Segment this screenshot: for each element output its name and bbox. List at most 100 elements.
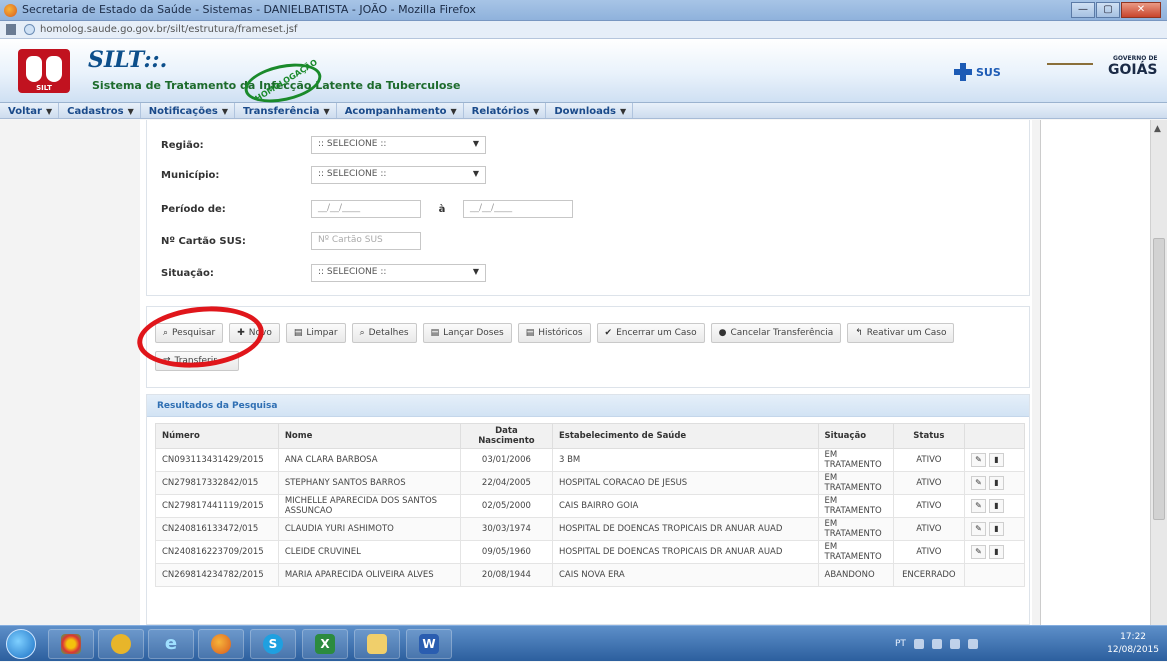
edit-icon[interactable]: ✎ (970, 522, 986, 536)
cell-situacao: EM TRATAMENTO (817, 471, 894, 495)
excel-icon: X (315, 634, 335, 654)
cell-status: ENCERRADO (892, 563, 965, 587)
col-situacao[interactable]: Situação (817, 423, 894, 449)
periodo-to-input[interactable]: __/__/____ (463, 200, 573, 218)
battery-icon[interactable] (967, 639, 978, 649)
col-estabelecimento[interactable]: Estabelecimento de Saúde (551, 423, 819, 449)
secretaria-logo (1047, 63, 1093, 79)
menu-transferencia[interactable]: Transferência ▼ (235, 103, 337, 118)
table-row[interactable]: CN279817332842/015 STEPHANY SANTOS BARRO… (155, 471, 1026, 495)
trash-icon[interactable]: ▮ (988, 453, 1004, 467)
col-status[interactable]: Status (892, 423, 965, 449)
chevron-down-icon: ▼ (620, 107, 627, 116)
dot-icon: ● (718, 328, 727, 338)
cell-numero: CN279817441119/2015 (155, 494, 279, 518)
logo-caption: SILT (36, 84, 52, 92)
trash-icon[interactable]: ▮ (988, 545, 1004, 559)
trash-icon[interactable]: ▮ (988, 499, 1004, 513)
skype-icon: S (263, 634, 283, 654)
cancelar-transferencia-button[interactable]: ● Cancelar Transferência (710, 323, 842, 343)
opera-icon (111, 634, 131, 654)
limpar-button[interactable]: ▤ Limpar (285, 323, 346, 343)
maximize-button[interactable]: ▢ (1096, 2, 1120, 18)
table-row[interactable]: CN269814234782/2015 MARIA APARECIDA OLIV… (155, 563, 1026, 587)
network-icon[interactable] (931, 639, 942, 649)
window-titlebar: Secretaria de Estado da Saúde - Sistemas… (0, 0, 1167, 21)
row-periodo: Período de: __/__/____ à __/__/____ (161, 198, 573, 220)
results-table: Número Nome Data Nascimento Estabelecime… (155, 423, 1026, 587)
page-icon (6, 24, 16, 35)
clock-date: 12/08/2015 (1107, 645, 1159, 655)
taskbar-explorer[interactable] (354, 629, 400, 659)
cell-estabelecimento: CAIS BAIRRO GOIA (551, 494, 819, 518)
firefox-icon (4, 4, 17, 17)
edit-icon[interactable]: ✎ (970, 545, 986, 559)
edit-icon[interactable]: ✎ (970, 453, 986, 467)
close-button[interactable]: ✕ (1121, 2, 1161, 18)
trash-icon[interactable]: ▮ (988, 522, 1004, 536)
taskbar-firefox[interactable] (198, 629, 244, 659)
language-indicator[interactable]: PT (895, 639, 906, 649)
regiao-select[interactable]: :: SELECIONE :: ▼ (311, 136, 486, 154)
scrollbar-thumb[interactable] (1153, 238, 1165, 520)
cell-actions: ✎ ▮ (963, 494, 1026, 518)
taskbar-skype[interactable]: S (250, 629, 296, 659)
cell-estabelecimento: 3 BM (551, 448, 819, 472)
menu-notificacoes[interactable]: Notificações ▼ (141, 103, 235, 118)
vertical-scrollbar[interactable]: ▲ (1150, 120, 1167, 625)
cell-nascimento: 02/05/2000 (459, 494, 553, 518)
table-row[interactable]: CN279817441119/2015 MICHELLE APARECIDA D… (155, 494, 1026, 518)
cell-estabelecimento: CAIS NOVA ERA (551, 563, 819, 587)
col-nascimento[interactable]: Data Nascimento (459, 423, 553, 449)
encerrar-button[interactable]: ✔ Encerrar um Caso (596, 323, 705, 343)
historicos-button[interactable]: ▤ Históricos (517, 323, 591, 343)
cell-situacao: EM TRATAMENTO (817, 540, 894, 564)
taskbar-chrome[interactable] (48, 629, 94, 659)
periodo-from-input[interactable]: __/__/____ (311, 200, 421, 218)
menu-downloads[interactable]: Downloads ▼ (546, 103, 634, 118)
window-controls: — ▢ ✕ (1071, 2, 1161, 18)
col-numero[interactable]: Número (155, 423, 279, 449)
system-clock[interactable]: 17:22 12/08/2015 (1107, 631, 1159, 657)
table-row[interactable]: CN240816133472/015 CLAUDIA YURI ASHIMOTO… (155, 517, 1026, 541)
taskbar-opera[interactable] (98, 629, 144, 659)
flag-icon[interactable] (913, 639, 924, 649)
detalhes-button[interactable]: ⌕ Detalhes (351, 323, 417, 343)
menu-cadastros[interactable]: Cadastros ▼ (59, 103, 141, 118)
trash-icon[interactable]: ▮ (988, 476, 1004, 490)
taskbar-excel[interactable]: X (302, 629, 348, 659)
municipio-select[interactable]: :: SELECIONE :: ▼ (311, 166, 486, 184)
sus-logo: SUS (954, 63, 1001, 81)
table-row[interactable]: CN240816223709/2015 CLEIDE CRUVINEL 09/0… (155, 540, 1026, 564)
start-button[interactable] (6, 629, 36, 659)
action-buttons: ⌕ Pesquisar ✚ Novo ▤ Limpar ⌕ Detalhes ▤ Lanç… (134, 300, 1030, 388)
table-row[interactable]: CN093113431429/2015 ANA CLARA BARBOSA 03… (155, 448, 1026, 472)
menu-acompanhamento[interactable]: Acompanhamento ▼ (337, 103, 464, 118)
taskbar-ie[interactable]: e (148, 629, 194, 659)
taskbar-word[interactable]: W (406, 629, 452, 659)
menu-voltar[interactable]: Voltar ▼ (0, 103, 60, 118)
volume-icon[interactable] (949, 639, 960, 649)
cartao-sus-input[interactable]: Nº Cartão SUS (311, 232, 421, 250)
word-icon: W (419, 634, 439, 654)
edit-icon[interactable]: ✎ (970, 499, 986, 513)
situacao-select[interactable]: :: SELECIONE :: ▼ (311, 264, 486, 282)
address-bar[interactable]: homolog.saude.go.gov.br/silt/estrutura/f… (0, 21, 1167, 39)
minimize-button[interactable]: — (1071, 2, 1095, 18)
cell-nascimento: 30/03/1974 (459, 517, 553, 541)
cell-nome: STEPHANY SANTOS BARROS (277, 471, 461, 495)
menu-relatorios[interactable]: Relatórios ▼ (464, 103, 547, 118)
document-icon: ▤ (293, 328, 303, 338)
cell-numero: CN093113431429/2015 (155, 448, 279, 472)
lancar-doses-button[interactable]: ▤ Lançar Doses (422, 323, 512, 343)
window-title: Secretaria de Estado da Saúde - Sistemas… (22, 3, 476, 16)
scroll-up-icon[interactable]: ▲ (1154, 124, 1161, 134)
reativar-button[interactable]: ↰ Reativar um Caso (847, 323, 955, 343)
edit-icon[interactable]: ✎ (970, 476, 986, 490)
url-text[interactable]: homolog.saude.go.gov.br/silt/estrutura/f… (40, 24, 297, 35)
undo-icon: ↰ (855, 328, 863, 338)
goias-big-text: GOIÁS (1108, 62, 1158, 78)
col-nome[interactable]: Nome (277, 423, 461, 449)
cell-nome: CLAUDIA YURI ASHIMOTO (277, 517, 461, 541)
chevron-down-icon: ▼ (221, 107, 228, 116)
